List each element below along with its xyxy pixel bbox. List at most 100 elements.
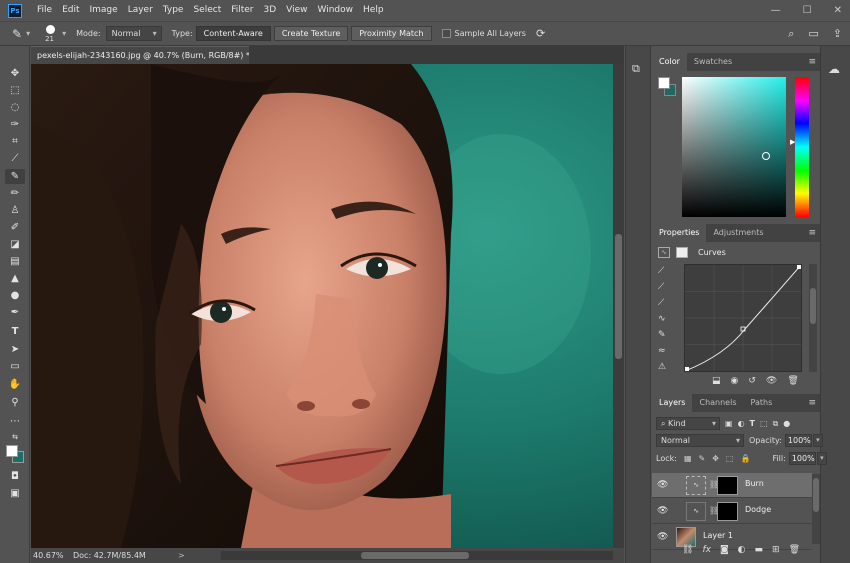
- visibility-eye-icon[interactable]: 👁: [657, 480, 668, 490]
- visibility-eye-icon[interactable]: 👁: [657, 506, 668, 516]
- mode-select[interactable]: Normal: [105, 26, 162, 41]
- tab-layers[interactable]: Layers: [652, 394, 693, 412]
- layer-style-fx-icon[interactable]: fx: [702, 545, 711, 555]
- history-brush-tool-icon[interactable]: ✐: [5, 220, 25, 235]
- pen-tool-icon[interactable]: ✒: [5, 305, 25, 320]
- zoom-level[interactable]: 40.67%: [31, 548, 73, 563]
- filter-pixel-icon[interactable]: ▣: [725, 419, 733, 428]
- layer-mask-thumbnail[interactable]: [717, 502, 738, 521]
- delete-icon[interactable]: 🗑: [787, 376, 798, 386]
- filter-shape-icon[interactable]: ⬚: [760, 419, 768, 428]
- view-previous-state-icon[interactable]: ◉: [731, 376, 739, 386]
- fill-chevron-icon[interactable]: ▾: [816, 452, 827, 465]
- color-field[interactable]: [682, 77, 786, 217]
- close-button[interactable]: ✕: [834, 5, 842, 16]
- lock-transparent-icon[interactable]: ▦: [684, 454, 692, 463]
- eraser-tool-icon[interactable]: ◪: [5, 237, 25, 252]
- filter-type-icon[interactable]: T: [750, 419, 755, 428]
- history-panel-icon[interactable]: ⧉: [632, 62, 640, 76]
- spot-healing-tool-icon[interactable]: ✎: [5, 169, 25, 184]
- brush-picker[interactable]: 21: [44, 24, 58, 44]
- new-adjustment-layer-icon[interactable]: ◐: [738, 545, 746, 555]
- panel-foreground-swatch[interactable]: [658, 77, 670, 89]
- color-picker-cursor[interactable]: [762, 152, 770, 160]
- status-menu-arrow[interactable]: >: [178, 548, 198, 563]
- link-layers-icon[interactable]: ⛓: [682, 545, 693, 555]
- tab-paths[interactable]: Paths: [744, 394, 780, 412]
- dodge-tool-icon[interactable]: ●: [5, 288, 25, 303]
- tab-adjustments[interactable]: Adjustments: [706, 224, 770, 242]
- tab-color[interactable]: Color: [652, 53, 687, 71]
- fill-input[interactable]: 100%: [788, 452, 816, 465]
- layer-filter-select[interactable]: ⌕ Kind ▾: [656, 417, 720, 430]
- marquee-tool-icon[interactable]: ⬚: [5, 83, 25, 98]
- menu-window[interactable]: Window: [313, 0, 359, 21]
- document-tab[interactable]: pexels-elijah-2343160.jpg @ 40.7% (Burn,…: [31, 46, 250, 64]
- quick-selection-tool-icon[interactable]: ✑: [5, 117, 25, 132]
- minimize-button[interactable]: —: [771, 5, 781, 16]
- diffusion-icon[interactable]: ⟳: [536, 27, 545, 40]
- horizontal-scrollbar[interactable]: [221, 551, 613, 560]
- share-icon[interactable]: ⇪: [833, 27, 842, 40]
- tab-channels[interactable]: Channels: [692, 394, 743, 412]
- crop-tool-icon[interactable]: ⌗: [5, 134, 25, 149]
- menu-view[interactable]: View: [281, 0, 312, 21]
- new-layer-icon[interactable]: ⊞: [772, 545, 780, 555]
- content-aware-button[interactable]: Content-Aware: [195, 26, 271, 41]
- properties-scrollbar[interactable]: [809, 264, 817, 372]
- foreground-color-swatch[interactable]: [6, 445, 18, 457]
- move-tool-icon[interactable]: ✥: [5, 66, 25, 81]
- libraries-icon[interactable]: ☁: [828, 62, 840, 76]
- clone-stamp-tool-icon[interactable]: ♙: [5, 203, 25, 218]
- gray-point-eyedropper-icon[interactable]: ⟋: [658, 282, 672, 298]
- curves-graph[interactable]: [684, 264, 802, 372]
- menu-filter[interactable]: Filter: [226, 0, 258, 21]
- sample-all-layers-checkbox[interactable]: [441, 29, 451, 38]
- tool-preset-chevron-icon[interactable]: ▾: [26, 29, 30, 38]
- more-tools-icon[interactable]: ⋯: [5, 414, 25, 429]
- path-selection-tool-icon[interactable]: ➤: [5, 342, 25, 357]
- lock-image-icon[interactable]: ✎: [699, 454, 706, 463]
- gradient-tool-icon[interactable]: ▤: [5, 254, 25, 269]
- screen-mode-icon[interactable]: ▣: [5, 486, 25, 501]
- delete-layer-icon[interactable]: 🗑: [789, 545, 800, 555]
- layers-scrollbar[interactable]: [812, 474, 820, 544]
- brush-chevron-icon[interactable]: ▾: [62, 29, 66, 38]
- properties-scroll-thumb[interactable]: [810, 288, 816, 324]
- blend-mode-select[interactable]: Normal ▾: [656, 434, 744, 447]
- search-icon[interactable]: ⌕: [788, 27, 794, 41]
- new-group-icon[interactable]: ▬: [755, 545, 764, 555]
- tab-swatches[interactable]: Swatches: [687, 53, 739, 71]
- hue-slider[interactable]: [795, 77, 809, 217]
- hand-tool-icon[interactable]: ✋: [5, 377, 25, 392]
- tab-properties[interactable]: Properties: [652, 224, 707, 242]
- layer-row-dodge[interactable]: 👁 ∿ ⛓ Dodge: [652, 499, 812, 524]
- eyedropper-tool-icon[interactable]: ⟋: [5, 151, 25, 166]
- healing-brush-tool-icon[interactable]: ✎: [12, 27, 22, 41]
- lock-artboard-icon[interactable]: ⬚: [726, 454, 734, 463]
- vertical-scroll-thumb[interactable]: [615, 234, 622, 359]
- type-tool-icon[interactable]: T: [5, 324, 25, 339]
- visibility-icon[interactable]: 👁: [766, 376, 777, 386]
- pencil-draw-tool-icon[interactable]: ✎: [658, 330, 672, 346]
- opacity-chevron-icon[interactable]: ▾: [812, 434, 823, 447]
- layer-name[interactable]: Layer 1: [703, 531, 733, 540]
- vertical-scrollbar[interactable]: [613, 64, 624, 548]
- menu-select[interactable]: Select: [188, 0, 226, 21]
- layer-name[interactable]: Dodge: [745, 505, 771, 514]
- quick-mask-icon[interactable]: ◘: [5, 469, 25, 484]
- layer-row-burn[interactable]: 👁 ∿ ⛓ Burn: [652, 473, 812, 498]
- blur-tool-icon[interactable]: ▲: [5, 271, 25, 286]
- menu-image[interactable]: Image: [85, 0, 123, 21]
- horizontal-scroll-thumb[interactable]: [361, 552, 469, 559]
- clip-to-layer-icon[interactable]: ⬓: [712, 376, 721, 386]
- add-mask-icon[interactable]: ◙: [720, 545, 729, 555]
- clipping-warning-icon[interactable]: ⚠: [658, 362, 672, 378]
- opacity-input[interactable]: 100%: [784, 434, 812, 447]
- menu-type[interactable]: Type: [158, 0, 189, 21]
- filter-smart-object-icon[interactable]: ⧉: [773, 419, 779, 429]
- maximize-button[interactable]: ☐: [803, 5, 812, 16]
- curves-adjustment-icon[interactable]: ∿: [658, 247, 670, 258]
- create-texture-button[interactable]: Create Texture: [273, 26, 349, 41]
- panel-menu-icon[interactable]: ≡: [808, 53, 816, 71]
